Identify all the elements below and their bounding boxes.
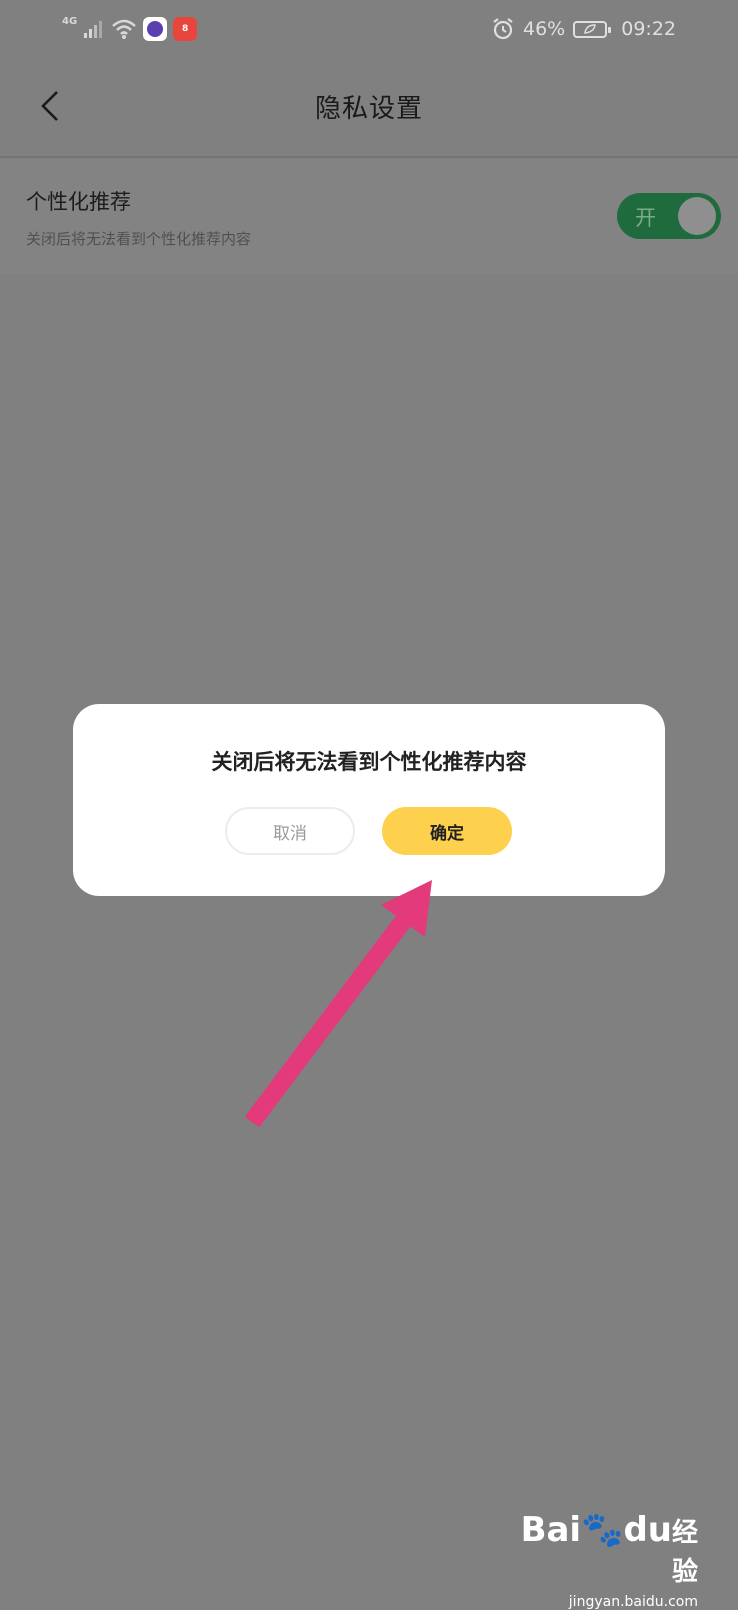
setting-row-personalized-recommendation: 个性化推荐 关闭后将无法看到个性化推荐内容 开 [0,158,738,274]
setting-description: 关闭后将无法看到个性化推荐内容 [26,230,252,248]
page-title: 隐私设置 [314,94,423,124]
setting-title: 个性化推荐 [26,190,131,214]
paw-icon: 🐾 [581,1510,624,1550]
red-app-icon-text: 8 [182,24,189,34]
baidu-watermark: Bai🐾du经验 jingyan.baidu.com [498,1510,698,1610]
notification-app-icon [143,17,168,41]
status-bar: 4G 8 46% 09:22 [0,0,738,58]
watermark-url: jingyan.baidu.com [568,1594,698,1610]
confirm-button[interactable]: 确定 [382,807,512,855]
toggle-label: 开 [635,206,656,230]
notification-app-icon-red: 8 [173,17,198,41]
cancel-button[interactable]: 取消 [225,807,355,855]
clock-time: 09:22 [621,18,676,40]
battery-icon [573,20,612,38]
battery-percent: 46% [523,18,566,40]
status-bar-right: 46% 09:22 [491,14,676,44]
alarm-icon [493,18,513,40]
signal-icon [84,21,103,38]
wifi-icon [112,19,137,39]
page-header: 隐私设置 [0,58,738,158]
toggle-knob [678,197,716,235]
watermark-logo: Bai🐾du经验 [520,1510,698,1587]
status-bar-left: 4G 8 [62,14,198,44]
dialog-message: 关闭后将无法看到个性化推荐内容 [211,750,527,774]
screen-background: 4G 8 46% 09:22 隐私设置 个性化推荐 关闭后将无法看到个性化推荐内… [0,0,738,1610]
leaf-icon [584,24,597,34]
confirm-dialog: 关闭后将无法看到个性化推荐内容 取消 确定 [73,704,665,896]
network-type-label: 4G [62,15,78,27]
personalized-recommendation-toggle[interactable]: 开 [617,193,721,239]
